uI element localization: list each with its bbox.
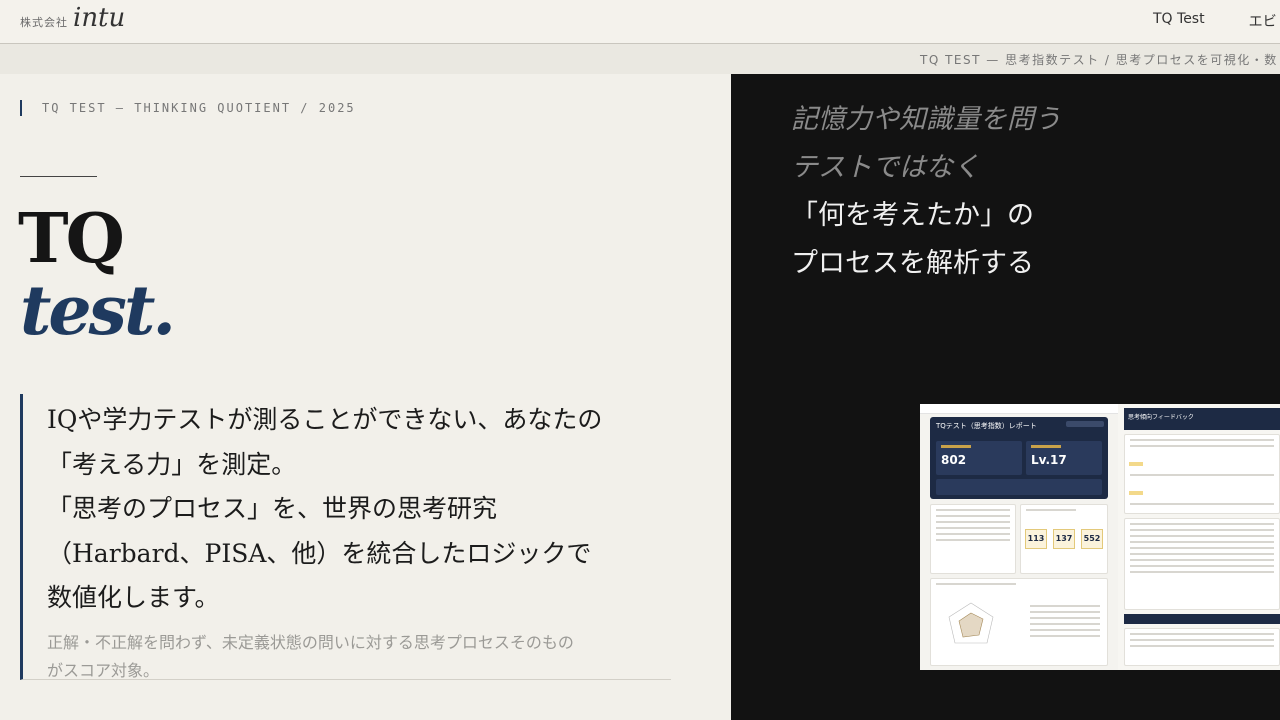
- hero-eyebrow: TQ TEST — THINKING QUOTIENT / 2025: [20, 100, 356, 116]
- report-badge: [1066, 421, 1104, 427]
- logo-name: intu: [73, 3, 126, 33]
- report-header: TQテスト（思考指数）レポート 802 Lv.17: [930, 417, 1108, 499]
- note-text: 正解・不正解を問わず、未定義状態の問いに対する思考プロセスそのもの がスコア対象…: [47, 629, 671, 685]
- hero-title-sub: test.: [20, 271, 176, 351]
- hero-title-main: TQ: [18, 199, 125, 279]
- lead-line: 数値化します。: [47, 583, 220, 612]
- score-box: 552: [1081, 529, 1103, 549]
- note-line: がスコア対象。: [47, 660, 160, 680]
- report-page-left: TQテスト（思考指数）レポート 802 Lv.17 113 137 552: [920, 404, 1118, 670]
- lead-line: IQや学力テストが測ることができない、あなたの: [47, 405, 603, 434]
- hero-right: 記憶力や知識量を問う テストではなく 「何を考えたか」の プロセスを解析する T…: [731, 74, 1280, 720]
- hero-description: IQや学力テストが測ることができない、あなたの 「考える力」を測定。 「思考のプ…: [20, 394, 671, 680]
- report-preview-image: TQテスト（思考指数）レポート 802 Lv.17 113 137 552 思考…: [920, 404, 1280, 670]
- scores-panel: 113 137 552: [1020, 504, 1108, 574]
- score-card: 802: [936, 441, 1022, 475]
- feedback-title: 思考傾向フィードバック: [1128, 414, 1194, 421]
- lead-line: （Harbard、PISA、他）を統合したロジックで: [47, 538, 592, 568]
- score-value: 802: [941, 453, 967, 467]
- level-value: Lv.17: [1031, 453, 1067, 467]
- report-topbar: [920, 404, 1118, 414]
- site-header: 株式会社 intu TQ Test エビ: [0, 0, 1280, 44]
- company-logo[interactable]: 株式会社 intu: [20, 3, 125, 33]
- report-title: TQテスト（思考指数）レポート: [936, 422, 1037, 430]
- report-page-right: 思考傾向フィードバック: [1118, 404, 1280, 670]
- feedback-table: [1124, 434, 1280, 534]
- score-box: 137: [1053, 529, 1075, 549]
- card-label: [1031, 445, 1061, 448]
- feedback-text: [1124, 518, 1280, 610]
- type-card: [936, 479, 1102, 495]
- breadcrumb: TQ TEST — 思考指数テスト / 思考プロセスを可視化・数: [920, 53, 1278, 67]
- main-nav: TQ Test エビ: [1153, 11, 1277, 31]
- level-card: Lv.17: [1026, 441, 1102, 475]
- radar-panel: [930, 578, 1108, 666]
- divider: [20, 176, 97, 177]
- lead-line: 「思考のプロセス」を、世界の思考研究: [47, 494, 498, 523]
- tagline-line: 記憶力や知識量を問う: [791, 104, 1061, 135]
- tagline-line: 「何を考えたか」の: [791, 200, 1034, 231]
- lead-text: IQや学力テストが測ることができない、あなたの 「考える力」を測定。 「思考のプ…: [47, 394, 671, 621]
- hero-left: TQ TEST — THINKING QUOTIENT / 2025 TQ te…: [0, 74, 731, 720]
- nav-item-episode[interactable]: エビ: [1249, 11, 1277, 31]
- radar-chart-icon: [948, 602, 994, 644]
- tagline-line: テストではなく: [791, 152, 980, 183]
- feedback-footer: [1124, 628, 1280, 666]
- tagline-line: プロセスを解析する: [791, 248, 1034, 279]
- note-line: 正解・不正解を問わず、未定義状態の問いに対する思考プロセスそのもの: [47, 632, 574, 652]
- lead-line: 「考える力」を測定。: [47, 449, 297, 479]
- nav-item-tq-test[interactable]: TQ Test: [1153, 11, 1205, 31]
- score-box: 113: [1025, 529, 1047, 549]
- radar-values: [1025, 601, 1105, 641]
- feedback-alert: [1124, 614, 1280, 624]
- breadcrumb-bar: TQ TEST — 思考指数テスト / 思考プロセスを可視化・数: [0, 44, 1280, 74]
- logo-prefix: 株式会社: [20, 16, 68, 29]
- card-label: [941, 445, 971, 448]
- tagline: 記憶力や知識量を問う テストではなく 「何を考えたか」の プロセスを解析する: [791, 96, 1061, 288]
- report-panel: [930, 504, 1016, 574]
